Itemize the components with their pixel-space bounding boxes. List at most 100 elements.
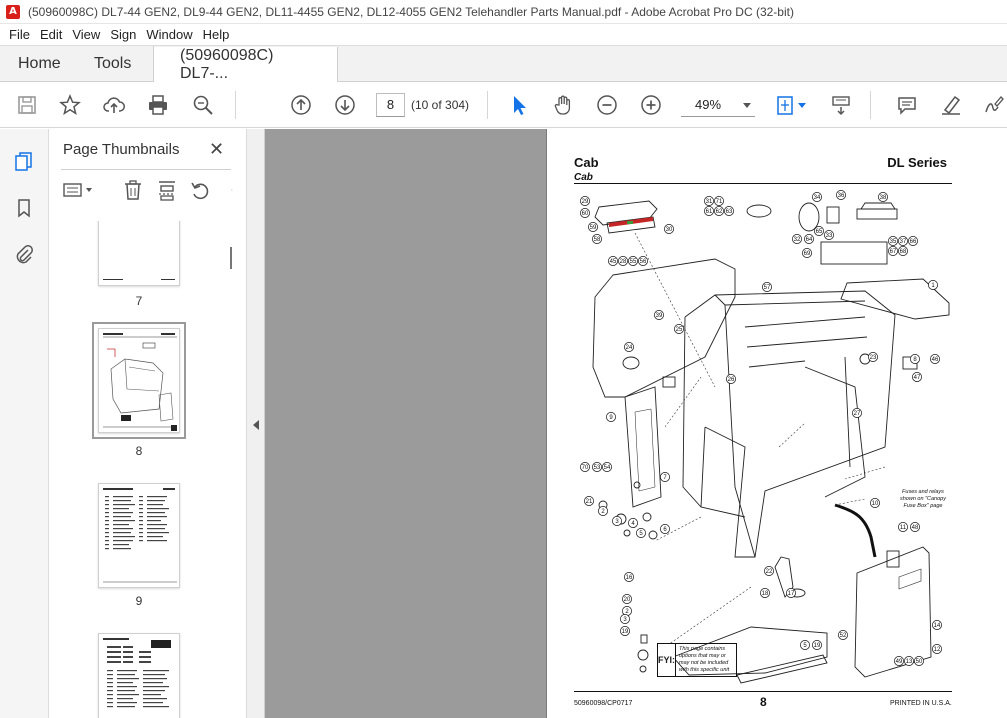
callout-number: 53 [594, 465, 601, 471]
attachments-icon[interactable] [12, 242, 36, 266]
callout-number: 34 [814, 195, 821, 201]
thumbnail-page-current[interactable] [92, 322, 186, 439]
fyi-note: FYI: This page contains options that may… [657, 643, 737, 677]
callout-number: 38 [880, 195, 887, 201]
callout-number: 19 [622, 629, 629, 635]
callout-number: 68 [900, 249, 907, 255]
footer-rule [574, 691, 952, 692]
chevron-down-icon [743, 103, 751, 108]
upload-cloud-icon[interactable] [102, 93, 126, 117]
menu-edit[interactable]: Edit [35, 27, 67, 42]
comment-icon[interactable] [895, 93, 919, 117]
page-thumbnails-icon[interactable] [12, 149, 36, 173]
callout-number: 48 [912, 525, 919, 531]
menu-help[interactable]: Help [198, 27, 235, 42]
cab-exploded-diagram: 29 60 59 58 30 31 7161 62 63 34 36 38 32 646533 35 37 66… [580, 190, 950, 684]
footer-page-number: 8 [760, 695, 767, 709]
fyi-text: This page contains options that may or m… [679, 646, 730, 673]
callout-number: 50 [916, 659, 923, 665]
callout-number: 20 [624, 597, 631, 603]
callout-number: 65 [816, 229, 823, 235]
zoom-search-icon[interactable] [191, 93, 215, 117]
highlight-pen-icon[interactable] [939, 93, 963, 117]
thumbnails-list: 7 8 9 [49, 221, 229, 718]
callout-number: 21 [586, 499, 593, 505]
thumbnails-scrollbar[interactable] [226, 221, 234, 718]
callout-number: 10 [872, 501, 879, 507]
header-rule [574, 183, 952, 184]
callout-number: 14 [934, 623, 941, 629]
callout-number: 29 [582, 199, 589, 205]
scrollbar-thumb[interactable] [230, 247, 232, 269]
callout-number: 60 [582, 211, 589, 217]
fit-page-icon[interactable] [773, 93, 797, 117]
callout-number: 17 [788, 591, 795, 597]
select-cursor-icon[interactable] [507, 93, 531, 117]
zoom-in-icon[interactable] [639, 93, 663, 117]
callout-number: 61 [706, 209, 713, 215]
callout-number: 58 [594, 237, 601, 243]
tab-bar: Home Tools (50960098C) DL7-... [0, 45, 1007, 82]
fit-page-dropdown-icon[interactable] [796, 93, 808, 117]
delete-page-icon[interactable] [122, 179, 144, 201]
thumbnail-label: 8 [135, 444, 143, 458]
tab-home[interactable]: Home [0, 46, 76, 81]
menu-file[interactable]: File [4, 27, 35, 42]
options-menu-icon[interactable] [61, 179, 95, 201]
title-bar: A (50960098C) DL7-44 GEN2, DL9-44 GEN2, … [0, 0, 1007, 24]
callout-number: 16 [626, 575, 633, 581]
menu-bar: File Edit View Sign Window Help [0, 24, 1007, 45]
callout-number: 11 [900, 525, 907, 531]
previous-page-icon[interactable] [289, 93, 313, 117]
print-icon[interactable] [146, 93, 170, 117]
collapse-panel-handle[interactable] [246, 129, 265, 718]
window-title: (50960098C) DL7-44 GEN2, DL9-44 GEN2, DL… [28, 4, 794, 19]
hand-tool-icon[interactable] [551, 93, 575, 117]
callout-number: 55 [630, 259, 637, 265]
callout-number: 63 [726, 209, 733, 215]
bookmark-star-icon[interactable] [58, 93, 82, 117]
callout-number: 57 [764, 285, 771, 291]
thumbnail-label: 9 [135, 594, 143, 608]
page-number-input[interactable]: 8 [376, 93, 405, 117]
callout-number: 31 [706, 199, 713, 205]
callout-number: 24 [626, 345, 633, 351]
main-toolbar [0, 82, 1007, 128]
callout-number: 19 [814, 643, 821, 649]
scroll-mode-icon[interactable] [829, 93, 853, 117]
callout-number: 27 [854, 411, 861, 417]
page-thumbnails-panel: Page Thumbnails ✕ 7 8 9 [49, 129, 246, 718]
footer-part-number: 50960098/CP0717 [574, 700, 633, 707]
callout-number: 62 [716, 209, 723, 215]
menu-sign[interactable]: Sign [105, 27, 141, 42]
bookmarks-icon[interactable] [12, 196, 36, 220]
thumbnail-page[interactable] [98, 221, 180, 286]
thumbnail-label: 7 [135, 294, 143, 308]
callout-number: 32 [794, 237, 801, 243]
menu-view[interactable]: View [67, 27, 105, 42]
rotate-left-icon[interactable] [189, 179, 211, 201]
callout-number: 70 [582, 465, 589, 471]
callout-number: 47 [914, 375, 921, 381]
zoom-select[interactable]: 49% [681, 93, 755, 117]
menu-window[interactable]: Window [141, 27, 197, 42]
next-page-icon[interactable] [333, 93, 357, 117]
thumbnail-page[interactable] [98, 483, 180, 588]
thumbnail-page[interactable] [98, 633, 180, 718]
zoom-out-icon[interactable] [595, 93, 619, 117]
callout-number: 37 [900, 239, 907, 245]
rotate-right-icon[interactable] [221, 179, 233, 201]
document-page[interactable]: Cab Cab DL Series 29 60 59 58 30 31 71 6… [546, 129, 1007, 718]
sign-icon[interactable] [983, 93, 1005, 117]
tab-document[interactable]: (50960098C) DL7-... [154, 47, 338, 82]
callout-number: 56 [640, 259, 647, 265]
callout-number: 25 [676, 327, 683, 333]
close-icon[interactable]: ✕ [209, 139, 224, 160]
callout-number: 35 [890, 239, 897, 245]
fuse-note: Fuses and relays shown on "Canopy Fuse B… [900, 489, 946, 509]
callout-number: 18 [762, 591, 769, 597]
callout-number: 23 [870, 355, 877, 361]
tab-tools[interactable]: Tools [76, 46, 154, 81]
save-icon[interactable] [15, 93, 39, 117]
extract-page-icon[interactable] [156, 179, 178, 201]
